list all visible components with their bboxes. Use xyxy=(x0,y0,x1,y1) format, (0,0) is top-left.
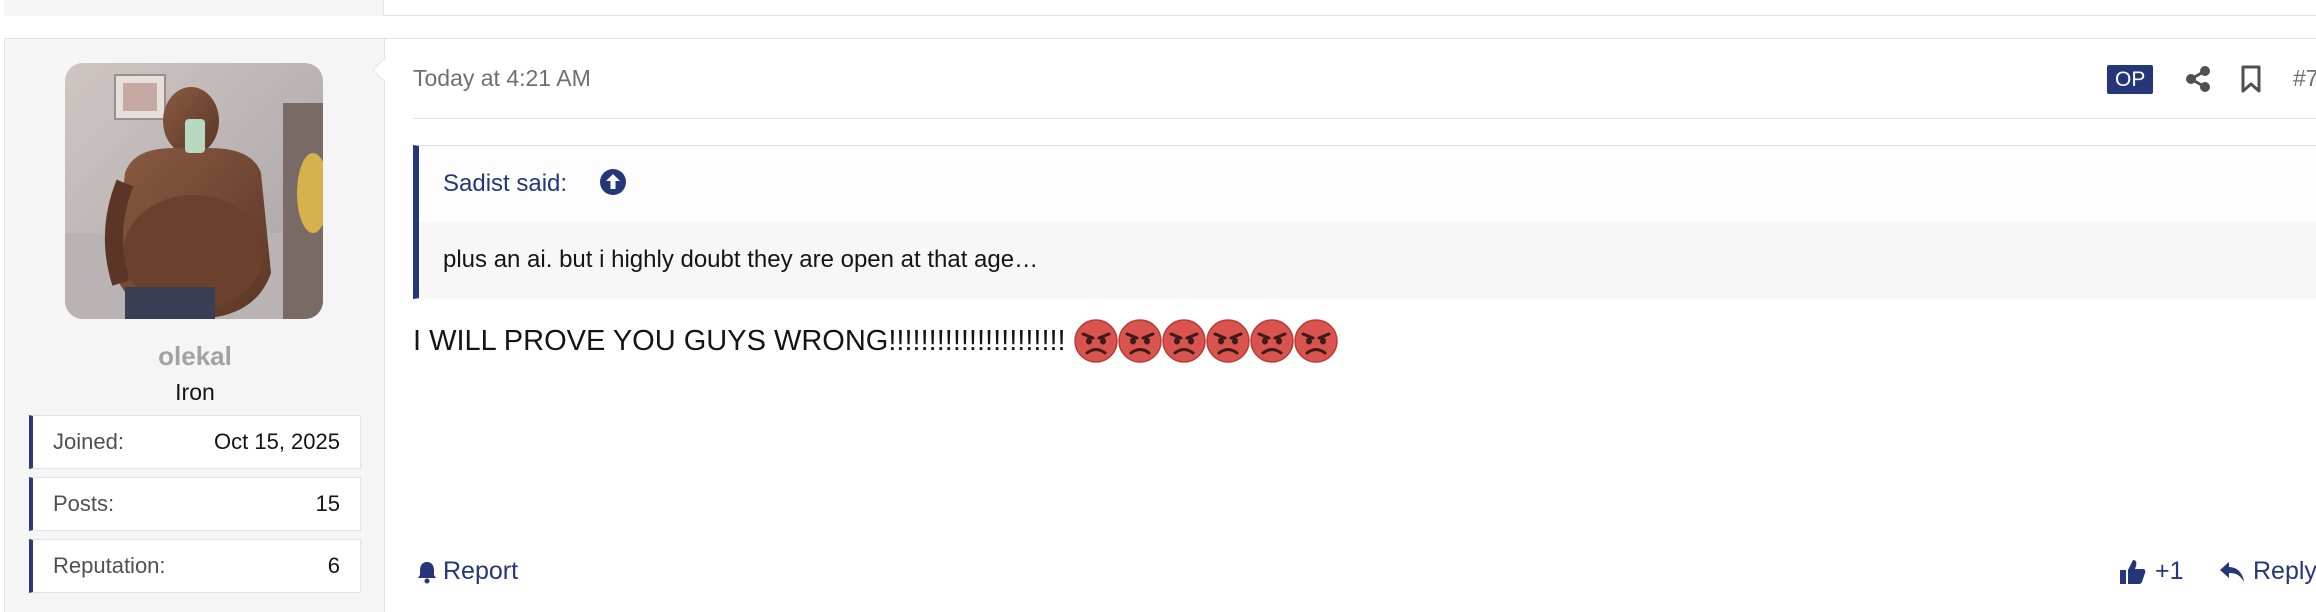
angry-face-emoji xyxy=(1161,319,1206,363)
post-message: I WILL PROVE YOU GUYS WRONG!!!!!!!!!!!!!… xyxy=(413,317,1338,365)
angry-face-emoji xyxy=(1249,319,1294,363)
post-user-cell: olekal Iron Joined: Oct 15, 2025 Posts: … xyxy=(5,39,385,612)
username[interactable]: olekal xyxy=(5,341,385,372)
reply-button[interactable]: Reply xyxy=(2219,557,2316,586)
post: olekal Iron Joined: Oct 15, 2025 Posts: … xyxy=(4,38,2316,612)
stat-label: Posts: xyxy=(53,491,115,516)
stat-value: Oct 15, 2025 xyxy=(214,429,340,454)
angry-face-emoji xyxy=(1205,319,1250,363)
stat-posts: Posts: 15 xyxy=(29,477,361,531)
like-button[interactable]: +1 xyxy=(2119,557,2184,586)
thread-page: olekal Iron Joined: Oct 15, 2025 Posts: … xyxy=(0,0,2316,612)
avatar-photo xyxy=(65,63,323,319)
previous-post-user-cell xyxy=(4,0,384,16)
post-message-cell: Today at 4:21 AM OP #7 Sadist said: plus… xyxy=(385,39,2316,612)
quote-author[interactable]: Sadist said: xyxy=(443,170,567,198)
thumbs-up-icon xyxy=(2120,559,2146,584)
post-number[interactable]: #7 xyxy=(2293,65,2316,92)
message-text: I WILL PROVE YOU GUYS WRONG!!!!!!!!!!!!!… xyxy=(413,324,1066,357)
emoji-row xyxy=(1073,319,1338,363)
like-label: +1 xyxy=(2155,557,2184,585)
angry-face-emoji xyxy=(1117,319,1162,363)
go-to-quote-icon[interactable] xyxy=(599,168,627,196)
report-link[interactable]: Report xyxy=(417,557,518,586)
quote-body: plus an ai. but i highly doubt they are … xyxy=(419,222,2316,299)
stat-reputation: Reputation: 6 xyxy=(29,539,361,593)
user-title: Iron xyxy=(175,379,215,405)
avatar[interactable] xyxy=(65,63,323,319)
report-label: Report xyxy=(443,557,519,585)
stat-value: 15 xyxy=(315,491,340,516)
post-date[interactable]: Today at 4:21 AM xyxy=(413,65,591,92)
post-attribution: Today at 4:21 AM OP #7 xyxy=(413,39,2316,119)
quote-text: plus an ai. but i highly doubt they are … xyxy=(443,246,1039,273)
bell-icon xyxy=(418,561,436,583)
quote-header: Sadist said: xyxy=(419,146,2316,222)
angry-face-emoji xyxy=(1073,319,1118,363)
reply-label: Reply xyxy=(2253,557,2316,585)
quote-block: Sadist said: plus an ai. but i highly do… xyxy=(413,145,2316,299)
reply-arrow-icon xyxy=(2220,561,2244,582)
stat-label: Joined: xyxy=(53,429,124,454)
stat-value: 6 xyxy=(327,553,340,578)
bookmark-icon[interactable] xyxy=(2239,64,2263,94)
post-footer: Report +1 Reply xyxy=(413,553,2316,593)
stat-joined: Joined: Oct 15, 2025 xyxy=(29,415,361,469)
share-icon[interactable] xyxy=(2183,64,2213,94)
previous-post xyxy=(4,0,2316,16)
angry-face-emoji xyxy=(1293,319,1338,363)
stat-label: Reputation: xyxy=(53,553,166,578)
op-badge: OP xyxy=(2107,65,2154,94)
